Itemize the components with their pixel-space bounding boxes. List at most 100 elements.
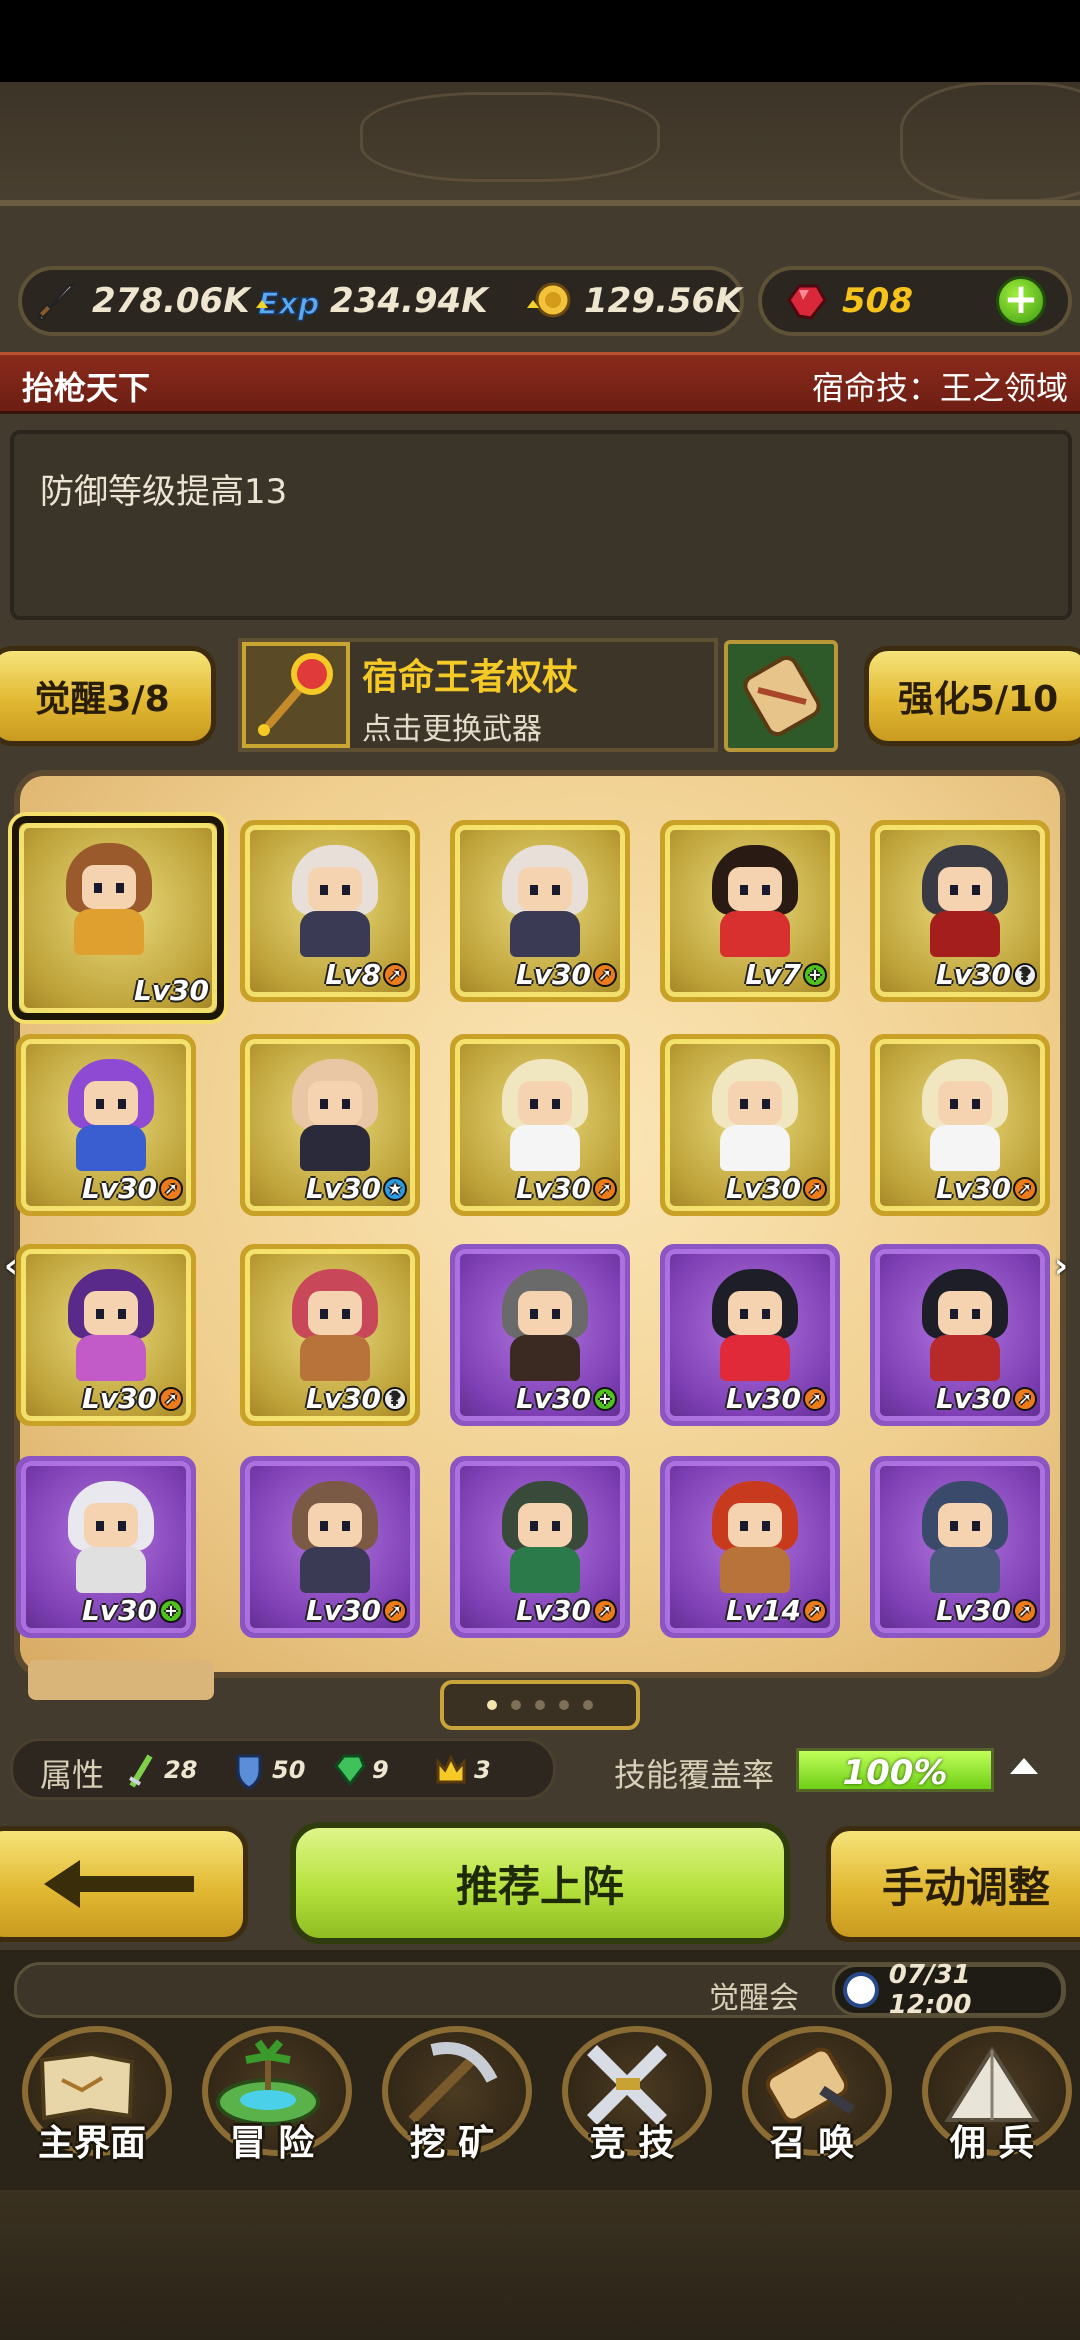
hero-card[interactable]: Lv30 ➚ [450, 1034, 630, 1216]
nav-item[interactable]: 冒 险 [182, 2020, 362, 2170]
shield-stat: 50 [232, 1746, 305, 1794]
hero-level: Lv30 ➚ [726, 1382, 827, 1415]
hero-level: Lv30 ➚ [936, 1172, 1037, 1205]
destiny-banner: 抬枪天下 宿命技：王之领域 [0, 352, 1080, 414]
hero-card[interactable]: Lv30? [870, 820, 1050, 1002]
hero-level: Lv30 + [82, 1594, 183, 1627]
enhance-button[interactable]: 强化5/10 [864, 646, 1080, 746]
up-badge-icon: ➚ [159, 1386, 183, 1411]
awaken-button[interactable]: 觉醒3/8 [0, 646, 216, 746]
page-dot[interactable] [487, 1700, 497, 1710]
hero-portrait [66, 1269, 156, 1381]
up-badge-icon: ➚ [803, 1598, 827, 1623]
map-line [900, 82, 1080, 202]
nav-item[interactable]: 主界面 [2, 2020, 182, 2170]
page-indicator [440, 1680, 640, 1730]
nav-label: 冒 险 [229, 2123, 315, 2164]
hero-card[interactable]: Lv30 [12, 816, 224, 1020]
map-line [360, 92, 660, 182]
destiny-skill: 宿命技：王之领域 [811, 369, 1068, 407]
coin-icon [522, 275, 574, 327]
nav-label: 佣 兵 [949, 2123, 1035, 2164]
hero-card[interactable]: Lv30 ➚ [870, 1034, 1050, 1216]
crown-stat: 3 [434, 1746, 491, 1794]
back-button[interactable] [0, 1826, 248, 1942]
hero-card[interactable]: Lv30 ➚ [16, 1034, 196, 1216]
nav-item[interactable]: 佣 兵 [902, 2020, 1080, 2170]
up-badge-icon: ➚ [1013, 1386, 1037, 1411]
nav-item[interactable]: 挖 矿 [362, 2020, 542, 2170]
page-left-arrow[interactable]: ‹ [4, 1246, 32, 1286]
hero-card[interactable]: Lv30 ➚ [240, 1456, 420, 1638]
hero-level: Lv30? [936, 958, 1037, 991]
hero-portrait [290, 1481, 380, 1593]
hero-portrait [290, 1059, 380, 1171]
hero-portrait [920, 1059, 1010, 1171]
hero-portrait [290, 845, 380, 957]
page-dot[interactable] [511, 1700, 521, 1710]
gem-stat-value: 9 [372, 1756, 389, 1784]
nav-item[interactable]: 召 唤 [722, 2020, 902, 2170]
up-badge-icon: ➚ [1013, 1176, 1037, 1201]
hero-card[interactable]: Lv14 ➚ [660, 1456, 840, 1638]
hero-portrait [710, 1481, 800, 1593]
hero-portrait [500, 1481, 590, 1593]
hero-card[interactable]: Lv30 + [16, 1456, 196, 1638]
crown-icon [434, 1750, 468, 1790]
scepter-icon[interactable] [242, 642, 350, 748]
hero-card[interactable]: Lv30 ★ [240, 1034, 420, 1216]
hero-portrait [710, 845, 800, 957]
hero-portrait [710, 1059, 800, 1171]
manual-adjust-button[interactable]: 手动调整 [826, 1826, 1080, 1942]
up-badge-icon: ➚ [593, 1598, 617, 1623]
coin-count: 129.56K [584, 281, 742, 321]
page-dot[interactable] [559, 1700, 569, 1710]
hero-level-text: Lv8 [325, 958, 381, 991]
hero-card[interactable]: Lv7 + [660, 820, 840, 1002]
expand-up-icon[interactable] [1010, 1758, 1038, 1774]
hero-card[interactable]: Lv30 ➚ [450, 1456, 630, 1638]
hero-level: Lv30 ➚ [936, 1382, 1037, 1415]
hero-portrait [500, 845, 590, 957]
up-badge-icon: ➚ [593, 1176, 617, 1201]
hero-card[interactable]: Lv30 ➚ [660, 1244, 840, 1426]
scroll-icon[interactable] [724, 640, 838, 752]
sword-icon [30, 275, 82, 327]
weapon-hint: 点击更换武器 [362, 712, 542, 747]
empty-slot-tab [28, 1660, 214, 1700]
hero-level-text: Lv30 [305, 1382, 381, 1415]
hero-level: Lv30 ➚ [936, 1594, 1037, 1627]
hero-level-text: Lv30 [81, 1594, 157, 1627]
add-gems-button[interactable]: + [996, 276, 1046, 326]
hero-portrait [66, 1059, 156, 1171]
hero-level-text: Lv30 [515, 1594, 591, 1627]
svg-text:Exp: Exp [258, 287, 319, 322]
hero-card[interactable]: Lv30 ➚ [870, 1244, 1050, 1426]
hero-card[interactable]: Lv30 ➚ [450, 820, 630, 1002]
hero-portrait [920, 845, 1010, 957]
hero-card[interactable]: Lv30 ➚ [870, 1456, 1050, 1638]
hero-level-text: Lv14 [725, 1594, 801, 1627]
question-badge-icon: ? [383, 1386, 407, 1411]
hero-level: Lv7 + [745, 958, 827, 991]
page-dot[interactable] [535, 1700, 545, 1710]
hero-level: Lv30 ★ [306, 1172, 407, 1205]
hero-level: Lv30 ➚ [516, 1172, 617, 1205]
up-badge-icon: ➚ [383, 962, 407, 987]
page-right-arrow[interactable]: › [1054, 1246, 1080, 1286]
hero-card[interactable]: Lv30 ➚ [16, 1244, 196, 1426]
recommend-button[interactable]: 推荐上阵 [290, 1822, 790, 1944]
hero-card[interactable]: Lv30? [240, 1244, 420, 1426]
gem-resource: 508 [780, 268, 913, 334]
hero-card[interactable]: Lv8 ➚ [240, 820, 420, 1002]
hero-card[interactable]: Lv30 + [450, 1244, 630, 1426]
hero-level: Lv30 ➚ [306, 1594, 407, 1627]
hero-level: Lv14 ➚ [726, 1594, 827, 1627]
nav-label: 竞 技 [589, 2123, 675, 2164]
hero-portrait [66, 1481, 156, 1593]
page-dot[interactable] [583, 1700, 593, 1710]
up-badge-icon: ➚ [593, 962, 617, 987]
hero-portrait [64, 843, 154, 955]
hero-card[interactable]: Lv30 ➚ [660, 1034, 840, 1216]
nav-item[interactable]: 竞 技 [542, 2020, 722, 2170]
